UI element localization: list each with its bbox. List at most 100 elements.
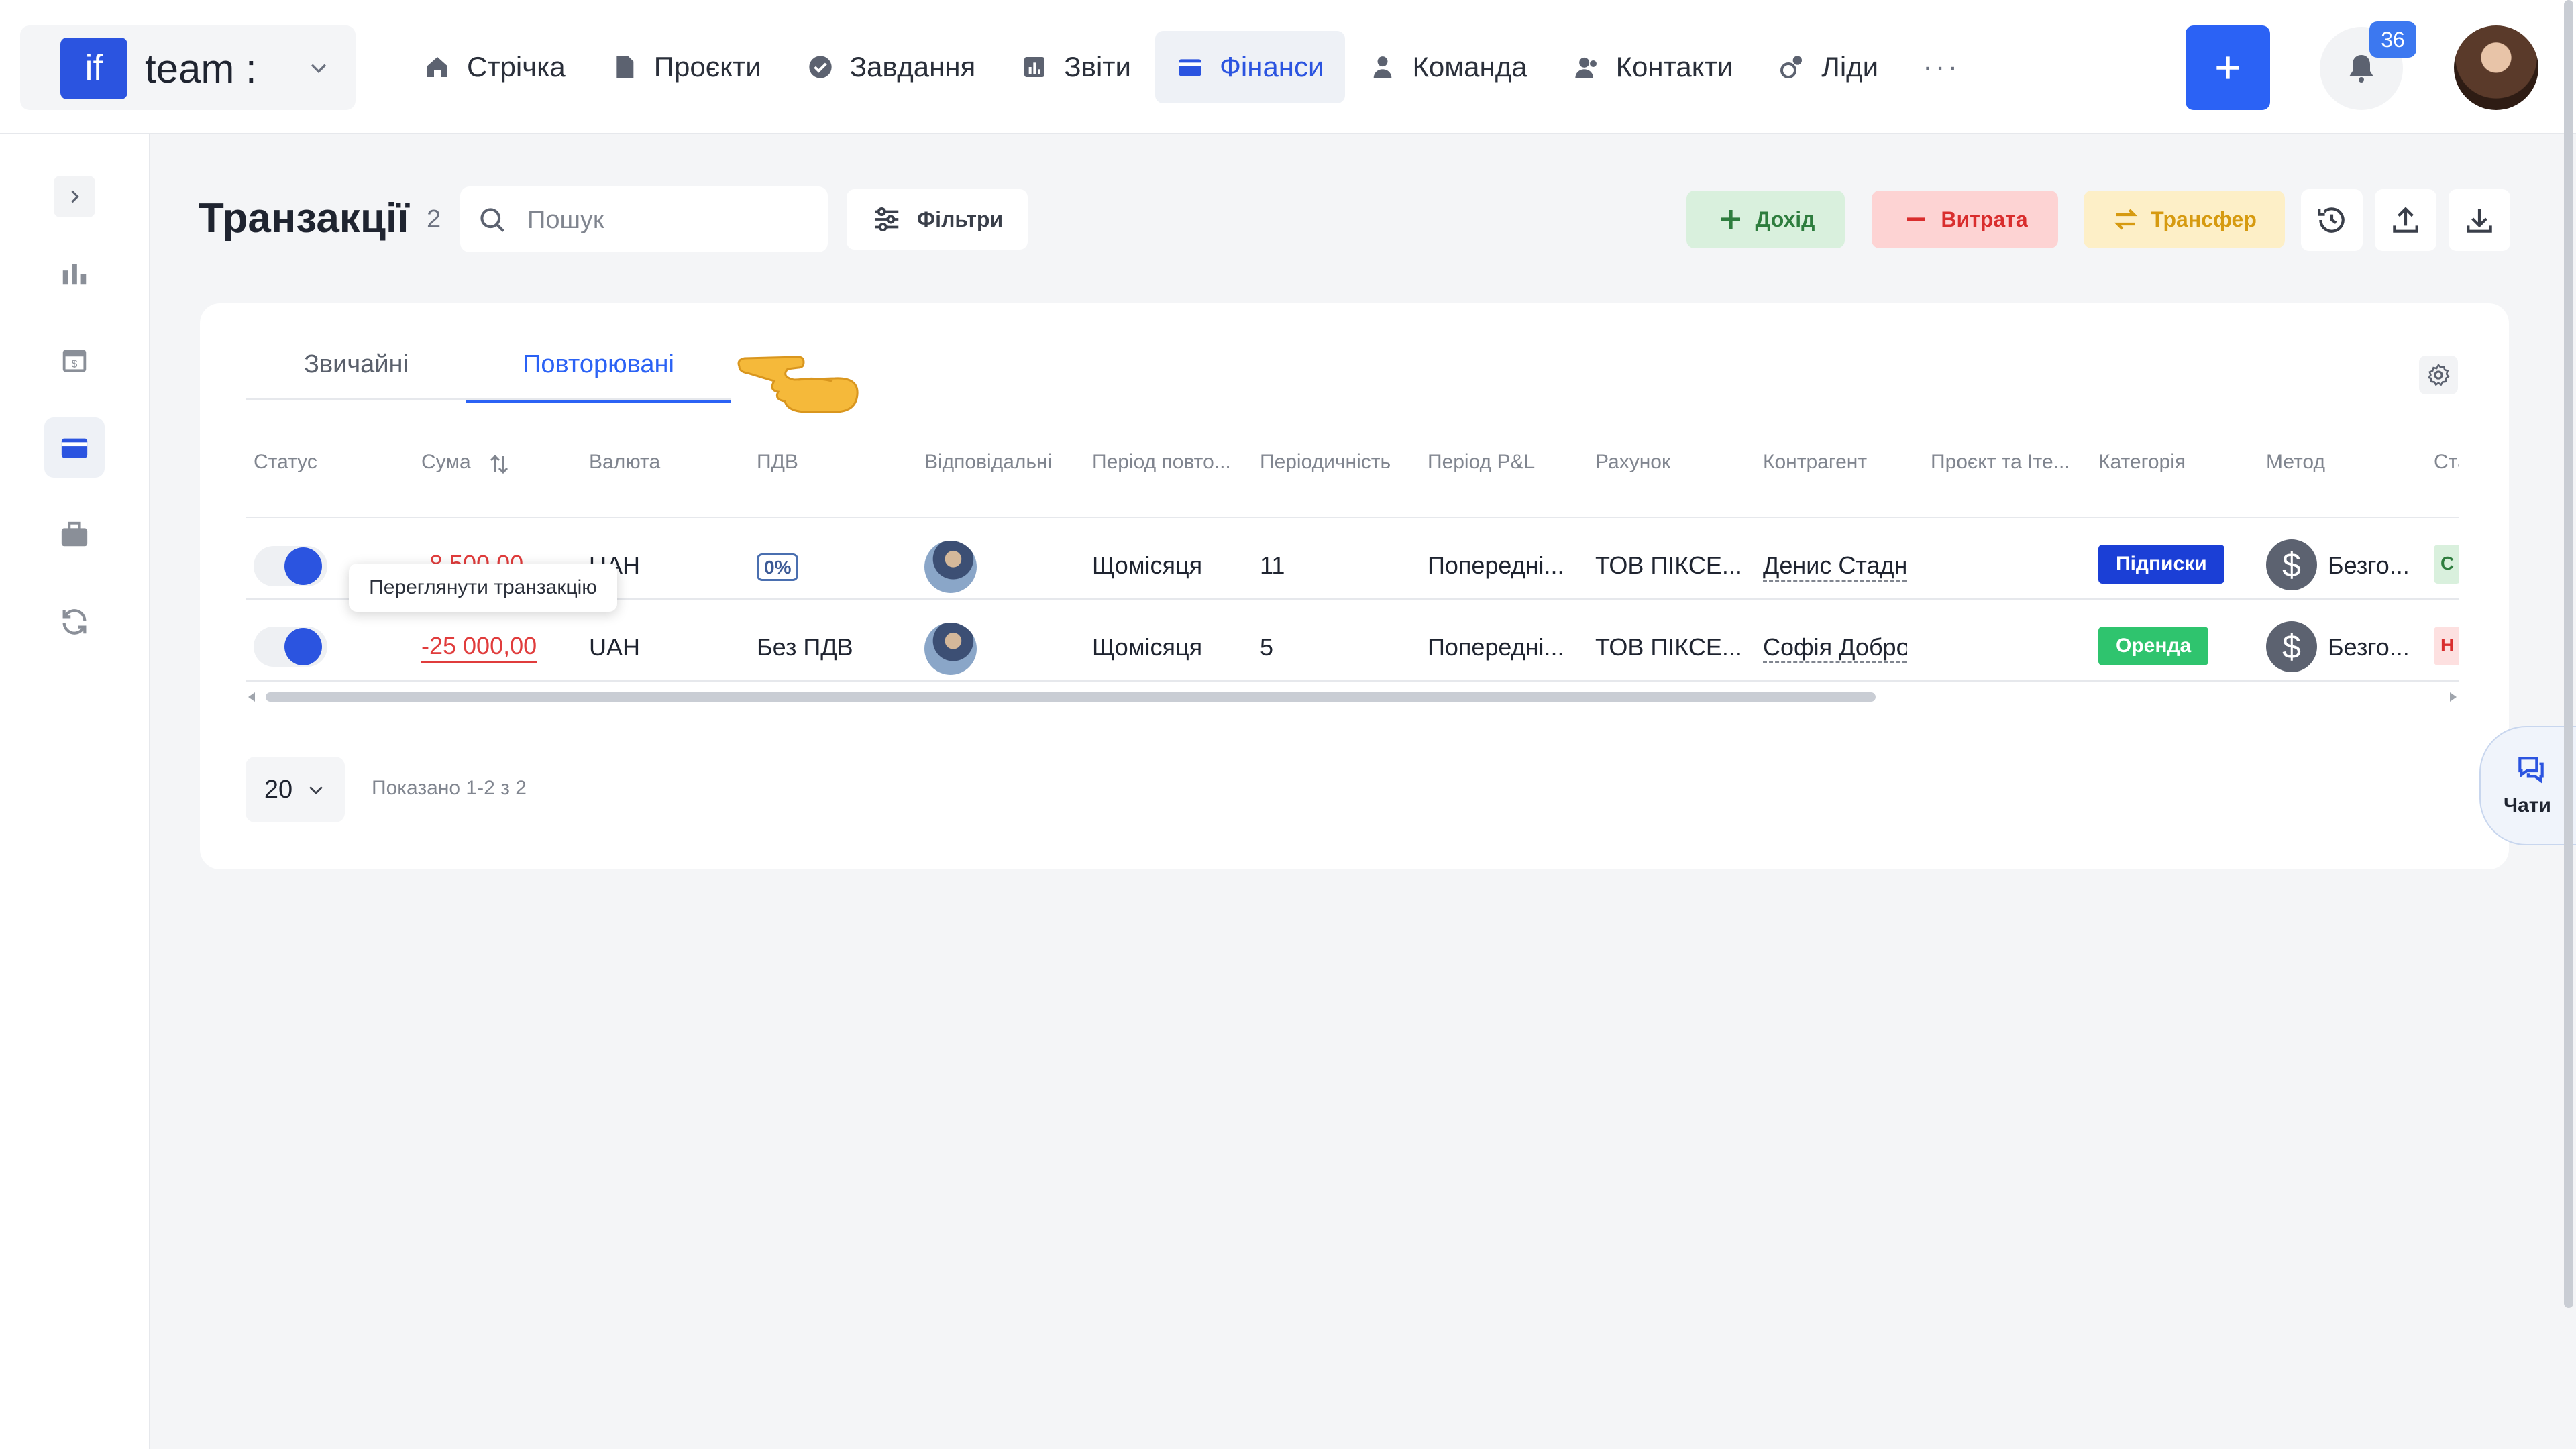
state-badge: С — [2434, 545, 2459, 584]
tab-regular[interactable]: Звичайні — [246, 350, 467, 400]
nav-item-team[interactable]: Команда — [1348, 31, 1548, 103]
transfer-arrows-icon — [2114, 209, 2138, 230]
sidebar-item-calendar[interactable]: $ — [44, 330, 105, 390]
column-header-currency[interactable]: Валюта — [589, 451, 660, 474]
nav-item-projects[interactable]: Проєкти — [590, 31, 783, 103]
scroll-left-arrow[interactable] — [248, 692, 255, 702]
chat-bubbles-icon — [2518, 757, 2544, 784]
category-badge: Оренда — [2098, 627, 2209, 665]
workspace-logo: if — [60, 38, 127, 99]
search-box[interactable] — [460, 186, 828, 252]
counterparty-value[interactable]: Софія Добро — [1763, 633, 1907, 663]
leads-icon — [1780, 56, 1803, 78]
state-badge-text: Н — [2440, 635, 2455, 655]
view-transaction-tooltip: Переглянути транзакцію — [349, 564, 617, 612]
expense-label: Витрата — [1941, 207, 2028, 231]
history-button[interactable] — [2301, 189, 2363, 251]
account-value: ТОВ ПІКСЕ... — [1595, 551, 1742, 579]
plus-icon — [1721, 210, 1740, 229]
search-input[interactable] — [526, 201, 810, 239]
page-size-select[interactable]: 20 — [246, 757, 345, 822]
column-header-repeat-period[interactable]: Період повто... — [1092, 451, 1231, 474]
filters-label: Фільтри — [916, 207, 1004, 231]
nav-more-button[interactable]: ··· — [1902, 50, 1980, 84]
horizontal-scrollbar[interactable] — [246, 690, 2459, 704]
nav-item-leads[interactable]: Ліди — [1757, 31, 1900, 103]
column-header-state[interactable]: Ста — [2434, 451, 2459, 474]
periodicity-value: 11 — [1260, 551, 1285, 579]
category-badge: Підписки — [2098, 545, 2224, 584]
table-settings-button[interactable] — [2419, 356, 2458, 394]
nav-item-contacts[interactable]: Контакти — [1552, 31, 1755, 103]
income-label: Дохід — [1755, 207, 1815, 231]
nav-label: Команда — [1412, 51, 1527, 83]
user-avatar[interactable] — [2454, 25, 2538, 110]
page-size-value: 20 — [264, 775, 293, 804]
filters-button[interactable]: Фільтри — [847, 189, 1028, 250]
nav-item-reports[interactable]: Звіти — [1000, 31, 1152, 103]
column-header-counterparty[interactable]: Контрагент — [1763, 451, 1867, 474]
upload-icon — [2393, 207, 2418, 233]
sidebar-item-accounts[interactable] — [44, 504, 105, 565]
svg-text:$: $ — [72, 359, 78, 370]
nav-item-finance[interactable]: Фінанси — [1155, 31, 1346, 103]
nav-item-feed[interactable]: Стрічка — [402, 31, 587, 103]
toggle-knob — [284, 628, 322, 665]
pl-period-value: Попередні... — [1428, 633, 1564, 661]
scrollbar-thumb[interactable] — [266, 692, 1876, 702]
repeat-period-value: Щомісяця — [1092, 551, 1203, 579]
home-icon — [427, 57, 447, 77]
column-header-category[interactable]: Категорія — [2098, 451, 2186, 474]
amount-value[interactable]: -25 000,00 — [421, 632, 537, 663]
upload-button[interactable] — [2375, 189, 2436, 251]
sidebar-item-analytics[interactable] — [44, 243, 105, 303]
top-bar: if team : Стрічка Проєкти Завдання Звіти… — [0, 0, 2576, 134]
dollar-icon: $ — [2266, 539, 2317, 590]
status-toggle[interactable] — [254, 546, 327, 586]
nav-item-tasks[interactable]: Завдання — [786, 31, 998, 103]
sort-icon[interactable] — [487, 452, 511, 476]
responsible-avatar[interactable] — [924, 541, 977, 593]
transactions-card: Звичайні Повторювані Статус Сума Валюта … — [200, 303, 2509, 869]
column-header-status[interactable]: Статус — [254, 451, 317, 474]
tab-recurring[interactable]: Повторювані — [466, 350, 731, 402]
transfer-label: Трансфер — [2151, 207, 2257, 231]
column-header-vat[interactable]: ПДВ — [757, 451, 798, 474]
column-header-account[interactable]: Рахунок — [1595, 451, 1670, 474]
column-header-method[interactable]: Метод — [2266, 451, 2325, 474]
search-icon — [480, 208, 504, 232]
scroll-right-arrow[interactable] — [2450, 692, 2457, 702]
plus-icon — [2216, 56, 2239, 79]
add-expense-button[interactable]: Витрата — [1872, 191, 2058, 248]
gear-icon — [2427, 363, 2450, 386]
column-header-amount[interactable]: Сума — [421, 451, 471, 474]
responsible-avatar[interactable] — [924, 623, 977, 675]
workspace-switcher[interactable]: if team : — [20, 25, 356, 110]
status-toggle[interactable] — [254, 627, 327, 667]
analytics-icon — [62, 264, 87, 285]
main-nav: Стрічка Проєкти Завдання Звіти Фінанси К… — [402, 31, 1980, 103]
chevron-down-icon — [311, 64, 327, 74]
report-icon — [1024, 57, 1045, 77]
column-header-project[interactable]: Проєкт та Іте... — [1931, 451, 2070, 474]
pointing-hand-icon — [737, 356, 859, 413]
column-header-periodicity[interactable]: Періодичність — [1260, 451, 1391, 474]
vertical-scrollbar[interactable] — [2564, 0, 2573, 1308]
notifications-count-badge: 36 — [2369, 21, 2416, 58]
column-header-responsible[interactable]: Відповідальні — [924, 451, 1052, 474]
download-button[interactable] — [2449, 189, 2510, 251]
contacts-icon — [1574, 57, 1597, 78]
sidebar-item-recurring[interactable] — [44, 592, 105, 652]
person-icon — [1374, 56, 1392, 78]
column-header-pl-period[interactable]: Період P&L — [1428, 451, 1535, 474]
counterparty-value[interactable]: Денис Стадн — [1763, 551, 1907, 582]
history-icon — [2318, 207, 2345, 233]
create-button[interactable] — [2186, 25, 2270, 110]
add-transfer-button[interactable]: Трансфер — [2084, 191, 2285, 248]
add-income-button[interactable]: Дохід — [1686, 191, 1845, 248]
chats-button[interactable]: Чати — [2479, 726, 2576, 845]
sidebar-expand-button[interactable] — [54, 176, 95, 217]
chevron-right-icon — [71, 190, 79, 203]
nav-label: Звіти — [1064, 51, 1131, 83]
sidebar-item-transactions[interactable] — [44, 417, 105, 478]
